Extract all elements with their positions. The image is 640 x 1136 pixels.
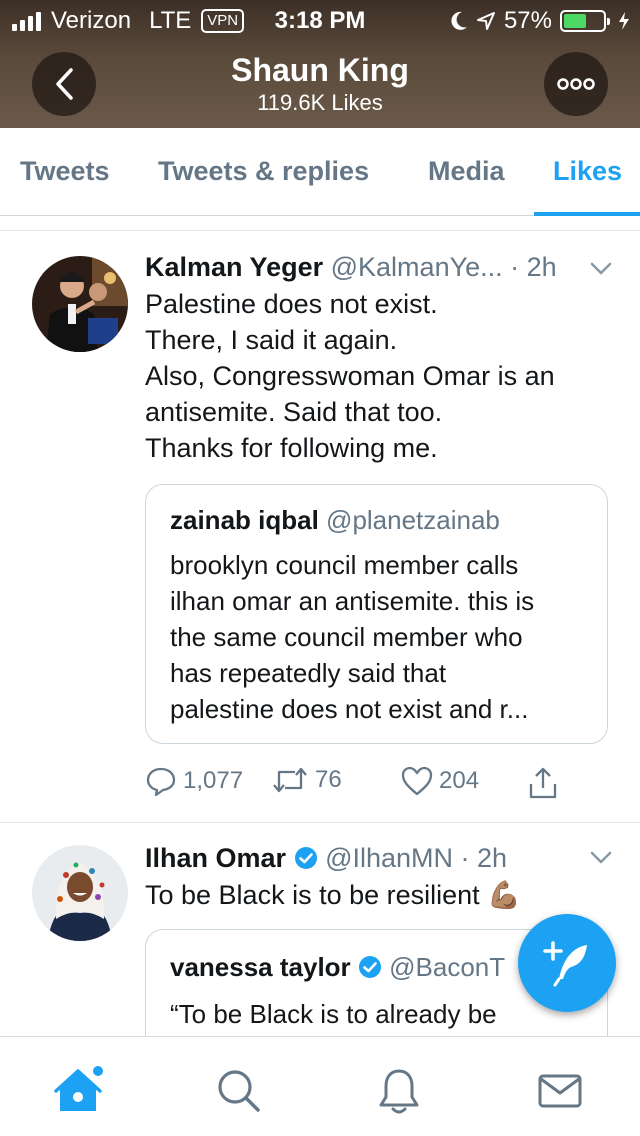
tweet-line: antisemite. Said that too. — [145, 397, 443, 427]
author-name[interactable]: Ilhan Omar — [145, 843, 286, 873]
quoted-line: the same council member who — [170, 622, 523, 652]
chevron-down-icon[interactable] — [590, 851, 612, 865]
like-count: 204 — [439, 767, 480, 794]
search-icon — [218, 1070, 260, 1112]
verified-badge-icon — [294, 847, 317, 869]
reply-button[interactable]: 1,077 — [145, 766, 243, 796]
quoted-line: has repeatedly said that — [170, 658, 447, 688]
quoted-line: ilhan omar an antisemite. this is — [170, 586, 535, 616]
compose-feather-icon — [543, 941, 587, 987]
location-arrow-icon — [476, 12, 495, 30]
share-button[interactable] — [527, 766, 559, 800]
avatar[interactable] — [32, 845, 128, 941]
status-bar: Verizon LTE VPN 3:18 PM 57% — [0, 0, 640, 40]
tweet-header: Ilhan Omar @IlhanMN · 2h — [145, 843, 507, 874]
tab-tweets[interactable]: Tweets — [20, 156, 110, 187]
likes-count: 119.6K Likes — [257, 90, 383, 115]
battery-percent: 57% — [503, 7, 552, 34]
reply-icon — [146, 767, 176, 796]
quoted-author-name: zainab iqbal — [170, 505, 319, 535]
tweet-line: Palestine does not exist. — [145, 289, 438, 319]
tweet-text: Palestine does not exist. There, I said … — [145, 286, 615, 466]
more-options-icon — [557, 78, 595, 90]
quoted-author-name: vanessa taylor — [170, 952, 351, 982]
quoted-line: brooklyn council member calls — [170, 550, 519, 580]
profile-header: Verizon LTE VPN 3:18 PM 57% Shaun King 1… — [0, 0, 640, 128]
tweet-line: Thanks for following me. — [145, 433, 438, 463]
tweet-time: · 2h — [460, 843, 508, 873]
charging-icon — [619, 12, 629, 30]
avatar[interactable] — [32, 256, 128, 352]
messages-icon — [538, 1074, 582, 1108]
nav-search[interactable] — [211, 1063, 267, 1119]
tweet-line: To be Black is to be resilient — [145, 880, 480, 910]
tab-media[interactable]: Media — [428, 156, 505, 187]
tweet-line: Also, Congresswoman Omar is an — [145, 361, 555, 391]
quoted-author-handle: @BaconT — [389, 952, 506, 982]
retweet-icon — [273, 767, 307, 793]
quoted-line: palestine does not exist and r... — [170, 694, 529, 724]
tab-likes[interactable]: Likes — [553, 156, 622, 187]
quoted-tweet-text: brooklyn council member calls ilhan omar… — [170, 547, 590, 727]
battery-icon — [560, 10, 610, 32]
profile-tabs: Tweets Tweets & replies Media Likes — [0, 128, 640, 216]
home-icon — [54, 1066, 103, 1111]
flexed-bicep-emoji: 💪🏽 — [487, 880, 521, 910]
active-tab-indicator — [534, 212, 640, 216]
compose-tweet-button[interactable] — [518, 914, 616, 1012]
nav-home[interactable] — [52, 1063, 108, 1119]
bottom-navigation — [0, 1036, 640, 1136]
reply-count: 1,077 — [183, 767, 244, 794]
author-handle[interactable]: @KalmanYe... — [331, 252, 503, 282]
more-button[interactable] — [544, 52, 608, 116]
quoted-author-handle: @planetzainab — [326, 505, 500, 535]
nav-messages[interactable] — [532, 1063, 588, 1119]
retweet-count: 76 — [315, 766, 342, 793]
quoted-tweet-header: zainab iqbal @planetzainab — [170, 505, 500, 536]
quoted-tweet-text: “To be Black is to already be — [170, 999, 497, 1029]
chevron-down-icon[interactable] — [590, 262, 612, 276]
author-handle[interactable]: @IlhanMN — [325, 843, 453, 873]
quoted-tweet[interactable]: zainab iqbal @planetzainab brooklyn coun… — [145, 484, 608, 744]
notifications-icon — [379, 1069, 419, 1114]
nav-notifications[interactable] — [371, 1063, 427, 1119]
tweet-line: There, I said it again. — [145, 325, 398, 355]
tweet[interactable]: Kalman Yeger @KalmanYe... · 2h Palestine… — [0, 232, 640, 822]
verified-badge-icon — [358, 956, 381, 978]
tweet-time: · 2h — [510, 252, 557, 282]
divider — [0, 230, 640, 231]
author-name[interactable]: Kalman Yeger — [145, 252, 323, 282]
tweet-header: Kalman Yeger @KalmanYe... · 2h — [145, 252, 557, 283]
like-button[interactable]: 204 — [401, 766, 479, 796]
heart-icon — [401, 766, 433, 796]
quoted-tweet-header: vanessa taylor @BaconT — [170, 952, 505, 983]
moon-icon — [451, 11, 467, 30]
tab-tweets-replies[interactable]: Tweets & replies — [158, 156, 369, 187]
retweet-button[interactable]: 76 — [271, 766, 342, 794]
tweet-text: To be Black is to be resilient 💪🏽 — [145, 877, 615, 913]
share-icon — [529, 767, 557, 799]
